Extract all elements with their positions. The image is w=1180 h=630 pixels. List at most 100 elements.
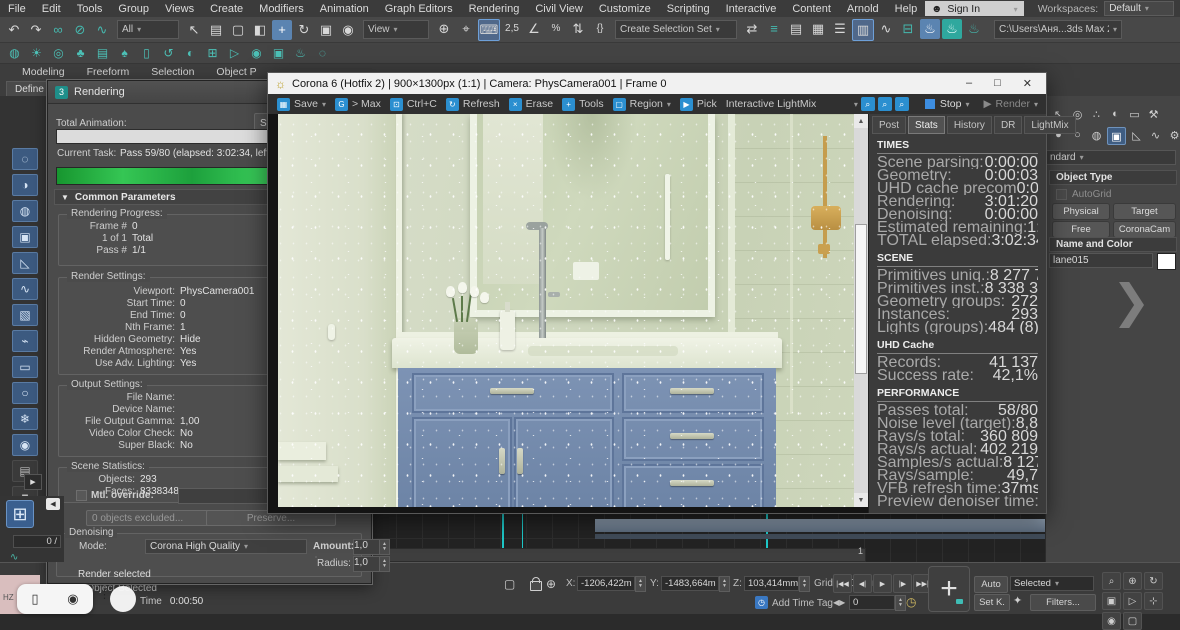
quad-view-icon[interactable]: ⊞	[203, 45, 222, 62]
lights-cat-icon[interactable]: ◍	[1088, 127, 1105, 143]
more-dots-icon[interactable]: ⋮	[99, 588, 110, 601]
refresh-button[interactable]: ↻Refresh	[446, 98, 500, 111]
angle-snap-icon[interactable]: ∠	[524, 19, 544, 39]
curve-editor-icon[interactable]: ∿	[876, 19, 896, 39]
vfb-render-button[interactable]: ▶ Render	[983, 98, 1038, 110]
hidden-filter-icon[interactable]: ◉	[12, 434, 38, 456]
vfb-tab-dr[interactable]: DR	[994, 116, 1022, 134]
autogrid-checkbox[interactable]	[1056, 189, 1067, 200]
bind-spacewarp-icon[interactable]: ∿	[92, 20, 112, 40]
prev-frame-icon[interactable]: ◀|	[853, 574, 872, 593]
point-light-icon[interactable]: ◍	[5, 45, 24, 62]
set-key-button[interactable]: Set K.	[974, 594, 1010, 611]
pine-icon[interactable]: ♠	[115, 45, 134, 62]
menu-item[interactable]: File	[0, 3, 34, 15]
frozen-filter-icon[interactable]: ❄	[12, 408, 38, 430]
go-start-icon[interactable]: |◀◀	[833, 574, 852, 593]
camera-icon[interactable]: ◉	[67, 591, 78, 607]
layers-filter-icon[interactable]: ◑	[12, 174, 38, 196]
menu-item[interactable]: Tools	[69, 3, 111, 15]
schematic-view-icon[interactable]: ⊟	[898, 19, 918, 39]
systems-cat-icon[interactable]: ⚙	[1166, 127, 1180, 143]
zoom-region-icon[interactable]: ▢	[1123, 612, 1142, 630]
copy-button[interactable]: ⊡Ctrl+C	[390, 98, 437, 111]
rendered-frame-icon[interactable]: ♨	[942, 19, 962, 39]
window-crossing-icon[interactable]: ◧	[250, 20, 270, 40]
menu-item[interactable]: Customize	[591, 3, 659, 15]
erase-button[interactable]: ×Erase	[509, 98, 553, 111]
ribbon-tab[interactable]: Object P	[216, 66, 256, 78]
display-tab-icon[interactable]: ▭	[1126, 106, 1143, 122]
render-production-icon[interactable]: ♨	[964, 19, 984, 39]
select-by-name-icon[interactable]: ▤	[206, 20, 226, 40]
z-spinner[interactable]	[799, 576, 810, 592]
materials-filter-icon[interactable]: ▧	[12, 304, 38, 326]
film-camera-icon[interactable]: ◉	[247, 45, 266, 62]
close-button[interactable]: ✕	[1023, 77, 1032, 90]
vfb-tab-lightmix[interactable]: LightMix	[1024, 116, 1075, 134]
orbit-icon[interactable]: ↻	[1144, 572, 1163, 590]
slate-material-icon[interactable]: ▤	[786, 19, 806, 39]
fov-icon[interactable]: ▷	[1123, 592, 1142, 610]
keyboard-override-icon[interactable]: ⌨	[478, 19, 500, 41]
radius-spinner[interactable]	[379, 556, 390, 572]
teapot-icon[interactable]: ♨	[291, 45, 310, 62]
containers-filter-icon[interactable]: ▭	[12, 356, 38, 378]
menu-item[interactable]: Civil View	[527, 3, 590, 15]
selection-filter-dropdown[interactable]: All	[117, 20, 179, 39]
frame-spinner[interactable]	[895, 595, 906, 611]
sign-in-dropdown[interactable]: ☻ Sign In	[925, 1, 1023, 16]
selected-dropdown[interactable]: Selected	[1010, 576, 1094, 591]
create-key-button[interactable]: +	[928, 566, 970, 612]
mirror-icon[interactable]: ⇄	[742, 19, 762, 39]
link-icon[interactable]: ∞	[48, 20, 68, 40]
z-coordinate-field[interactable]: 103,414mm	[744, 576, 799, 591]
scene-explorer-icon[interactable]: ☰	[830, 19, 850, 39]
selection-set-dropdown[interactable]: Create Selection Set	[615, 20, 737, 39]
name-color-rollout[interactable]: Name and Color	[1049, 237, 1177, 252]
objects-excluded-button[interactable]: 0 objects excluded...	[86, 510, 210, 526]
zoom-extents-icon[interactable]: ◉	[1102, 612, 1121, 630]
amount-spinner[interactable]	[379, 539, 390, 555]
menu-item[interactable]: Help	[887, 3, 926, 15]
spacewarps-filter-icon[interactable]: ∿	[12, 278, 38, 300]
menu-item[interactable]: Rendering	[461, 3, 528, 15]
menu-item[interactable]: Interactive	[718, 3, 785, 15]
menu-item[interactable]: Group	[110, 3, 157, 15]
ribbon-tab[interactable]: Freeform	[87, 66, 130, 78]
zoom-icon[interactable]: ⌕	[1102, 572, 1121, 590]
cameras-cat-icon[interactable]: ▣	[1107, 127, 1126, 145]
door-icon[interactable]: ▯	[137, 45, 156, 62]
vfb-title-bar[interactable]: ☼ Corona 6 (Hotfix 2) | 900×1300px (1:1)…	[268, 73, 1046, 94]
motion-tab-icon[interactable]: ◐	[1107, 106, 1124, 122]
named-sets-icon[interactable]: {}	[590, 19, 610, 39]
project-folder-dropdown[interactable]: C:\Users\Аня...3ds Max 202	[994, 20, 1122, 39]
workspace-dropdown[interactable]: Default	[1104, 1, 1174, 16]
ribbon-tab[interactable]: Modeling	[22, 66, 65, 78]
radius-field[interactable]: 1,0	[353, 556, 381, 572]
ribbon-tab[interactable]: Selection	[151, 66, 194, 78]
cameras-filter-icon[interactable]: ▣	[12, 226, 38, 248]
layer-stack-icon[interactable]: ◐	[181, 45, 200, 62]
scroll-down-icon[interactable]: ▼	[854, 493, 868, 507]
select-object-icon[interactable]: ↖	[184, 20, 204, 40]
minimize-button[interactable]: –	[966, 77, 972, 90]
menu-item[interactable]: Edit	[34, 3, 69, 15]
menu-item[interactable]: Graph Editors	[377, 3, 461, 15]
x-coordinate-field[interactable]: -1206,422m	[577, 576, 635, 591]
pan-icon[interactable]: ⊹	[1144, 592, 1163, 610]
select-manipulate-icon[interactable]: ⌖	[456, 19, 476, 39]
zoom-out-icon[interactable]: ⌕	[878, 97, 892, 111]
scrollbar-thumb[interactable]	[855, 224, 867, 374]
target-camera-button[interactable]: Target	[1113, 203, 1176, 220]
scale-icon[interactable]: ▣	[316, 20, 336, 40]
select-move-icon[interactable]: +	[272, 20, 292, 40]
viewport-layout-icon[interactable]: ⊞	[6, 500, 34, 528]
collapse-arrow-button[interactable]: ◀	[46, 498, 60, 510]
pivot-center-icon[interactable]: ⊕	[434, 19, 454, 39]
hierarchy-tab-icon[interactable]: ∴	[1088, 106, 1105, 122]
y-coordinate-field[interactable]: -1483,664m	[661, 576, 719, 591]
object-category-dropdown[interactable]: ndard	[1046, 150, 1176, 165]
scroll-up-icon[interactable]: ▲	[854, 114, 868, 128]
frame-step-arrows[interactable]: ◀▶	[833, 598, 845, 607]
